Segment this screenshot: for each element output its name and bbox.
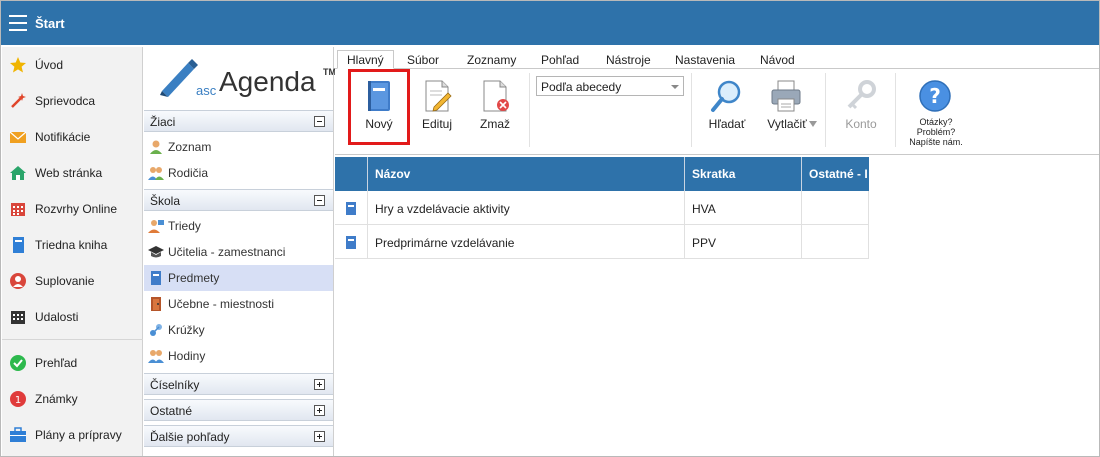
calendar-icon [9, 200, 27, 218]
check-circle-icon [9, 354, 27, 372]
printer-icon [771, 80, 801, 112]
table-row[interactable]: Predprimárne vzdelávanie PPV [335, 225, 869, 259]
section-ziaci[interactable]: Žiaci [144, 110, 333, 132]
menu-item-predmety[interactable]: Predmety [144, 265, 333, 291]
book-icon [148, 270, 164, 286]
star-icon [9, 56, 27, 74]
nav-item-triedna-kniha[interactable]: Triedna kniha [2, 227, 143, 263]
graduation-cap-icon [148, 244, 164, 260]
nav-item-uvod[interactable]: Úvod [2, 47, 143, 83]
tab-navod[interactable]: Návod [751, 51, 804, 70]
toolbar-divider [529, 73, 530, 147]
section-ciselniky[interactable]: Číselníky [144, 373, 333, 395]
nav-item-rozvrhy-online[interactable]: Rozvrhy Online [2, 191, 143, 227]
nav-item-udalosti[interactable]: Udalosti [2, 299, 143, 335]
ribbon-tabs: Hlavný Súbor Zoznamy Pohľad Nástroje Nas… [335, 47, 1099, 69]
collapse-icon[interactable] [314, 116, 325, 127]
tab-nastavenia[interactable]: Nastavenia [666, 51, 744, 70]
cell-name: Predprimárne vzdelávanie [375, 236, 515, 250]
magic-wand-icon [9, 92, 27, 110]
menu-item-hodiny[interactable]: Hodiny [144, 343, 333, 369]
account-button[interactable]: Konto [833, 69, 889, 155]
nav-item-plany-a-pripravy[interactable]: Plány a prípravy [2, 417, 143, 453]
envelope-icon [9, 128, 27, 146]
menu-item-ucitelia[interactable]: Učitelia - zamestnanci [144, 239, 333, 265]
expand-icon[interactable] [314, 405, 325, 416]
question-icon: ? [919, 80, 951, 112]
lessons-icon [148, 348, 164, 364]
toolbar-divider [895, 73, 896, 147]
ribbon-toolbar: Nový Edituj Zmaž Hľadať Vytlačiť Konto ? [335, 69, 1099, 155]
toolbar-divider [825, 73, 826, 147]
table-row[interactable]: Hry a vzdelávacie aktivity HVA [335, 191, 869, 225]
menu-item-kruzky[interactable]: Krúžky [144, 317, 333, 343]
house-icon [9, 164, 27, 182]
delete-document-icon [483, 80, 509, 112]
clubs-icon [148, 322, 164, 338]
hamburger-menu-icon[interactable] [9, 15, 27, 31]
help-text[interactable]: Otázky? Problém? Napíšte nám. [905, 117, 967, 147]
grade-icon: 1 [9, 390, 27, 408]
student-icon [148, 139, 164, 155]
key-icon [847, 80, 876, 110]
edit-document-icon [425, 80, 452, 112]
chevron-down-icon [671, 85, 679, 89]
tab-pohlad[interactable]: Pohľad [532, 51, 588, 70]
menu-item-triedy[interactable]: Triedy [144, 213, 333, 239]
collapse-icon[interactable] [314, 195, 325, 206]
cell-abbr: HVA [692, 202, 716, 216]
app-window: Štart Úvod Sprievodca Notifikácie Web st… [0, 0, 1100, 457]
column-header-skratka[interactable]: Skratka [685, 157, 801, 191]
left-nav: Úvod Sprievodca Notifikácie Web stránka … [2, 47, 143, 456]
door-icon [148, 296, 164, 312]
menu-item-rodicia[interactable]: Rodičia [144, 160, 333, 186]
nav-divider [2, 339, 143, 340]
svg-text:1: 1 [15, 395, 21, 406]
nav-item-notifikacie[interactable]: Notifikácie [2, 119, 143, 155]
section-dalsie-pohlady[interactable]: Ďalšie pohľady [144, 425, 333, 447]
tab-hlavny[interactable]: Hlavný [337, 50, 394, 69]
nav-item-znamky[interactable]: 1 Známky [2, 381, 143, 417]
column-header-ostatne[interactable]: Ostatné - I [802, 157, 869, 191]
delete-button[interactable]: Zmaž [469, 69, 521, 155]
nav-item-sprievodca[interactable]: Sprievodca [2, 83, 143, 119]
menu-item-zoznam[interactable]: Zoznam [144, 134, 333, 160]
briefcase-icon [9, 426, 27, 444]
calendar-dark-icon [9, 308, 27, 326]
section-skola[interactable]: Škola [144, 189, 333, 211]
parents-icon [148, 165, 164, 181]
expand-icon[interactable] [314, 431, 325, 442]
tab-nastroje[interactable]: Nástroje [597, 51, 660, 70]
top-bar: Štart [1, 1, 1099, 45]
book-icon [346, 236, 356, 249]
tab-zoznamy[interactable]: Zoznamy [458, 51, 525, 70]
column-header-nazov[interactable]: Názov [368, 157, 684, 191]
book-icon [346, 202, 356, 215]
svg-text:?: ? [929, 84, 941, 108]
tab-subor[interactable]: Súbor [398, 51, 448, 70]
nav-item-prehlad[interactable]: Prehľad [2, 345, 143, 381]
menu-item-ucebne[interactable]: Učebne - miestnosti [144, 291, 333, 317]
table-header: Názov Skratka Ostatné - I [335, 157, 869, 191]
person-icon [9, 272, 27, 290]
class-icon [148, 218, 164, 234]
sort-select[interactable]: Podľa abecedy [536, 76, 684, 96]
book-icon [9, 236, 27, 254]
nav-item-web-stranka[interactable]: Web stránka [2, 155, 143, 191]
toolbar-divider [691, 73, 692, 147]
page-title: Štart [35, 16, 65, 31]
cell-abbr: PPV [692, 236, 717, 250]
search-button[interactable]: Hľadať [699, 69, 755, 155]
edit-button[interactable]: Edituj [411, 69, 463, 155]
module-panel: asc Agenda TM Žiaci Zoznam Rodičia Škola [144, 47, 336, 456]
section-ostatne[interactable]: Ostatné [144, 399, 333, 421]
asc-agenda-logo: asc Agenda TM [158, 55, 336, 103]
print-button[interactable]: Vytlačiť [759, 69, 825, 155]
new-button-highlight [348, 69, 410, 145]
magnifier-icon [711, 80, 741, 112]
cell-name: Hry a vzdelávacie aktivity [375, 202, 510, 216]
chevron-down-icon[interactable] [809, 121, 817, 127]
nav-item-suplovanie[interactable]: Suplovanie [2, 263, 143, 299]
expand-icon[interactable] [314, 379, 325, 390]
